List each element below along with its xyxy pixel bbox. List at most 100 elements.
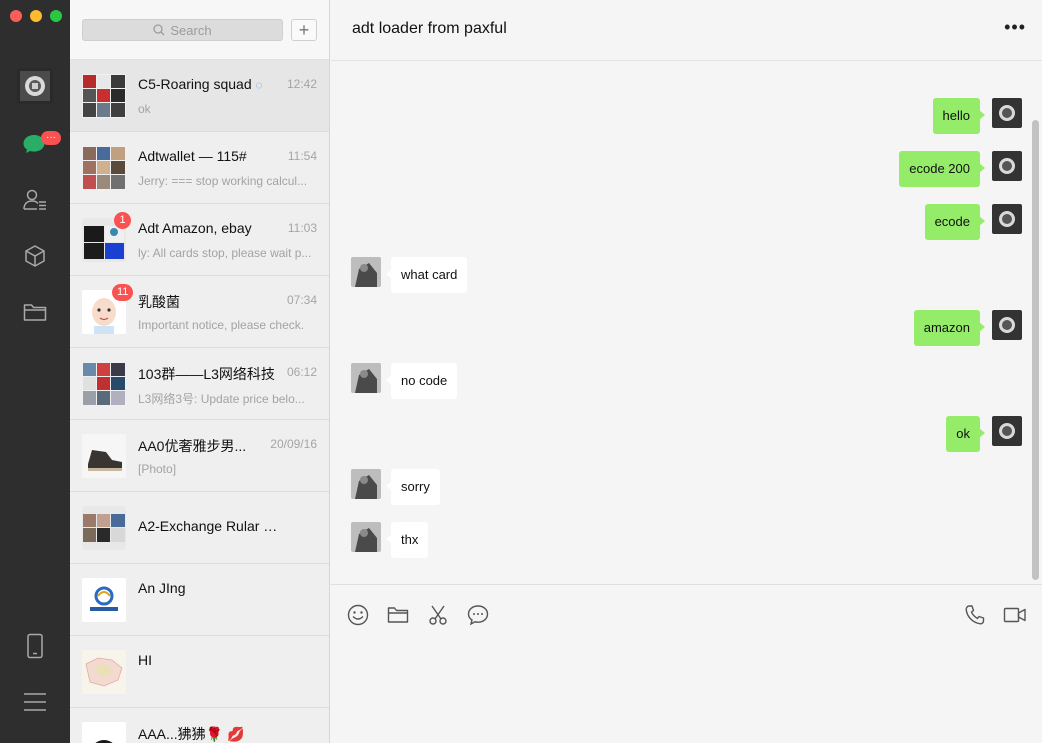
message-bubble[interactable]: sorry (386, 469, 440, 505)
message-scrollbar[interactable] (1032, 120, 1039, 580)
search-icon (153, 24, 165, 36)
incoming-message: no code (351, 363, 511, 399)
conversation-name: 103群——L3网络科技 (138, 366, 275, 382)
search-placeholder: Search (170, 22, 212, 38)
folder-icon (387, 607, 409, 623)
chat-panel: adt loader from paxful ••• hello ecode 2… (331, 0, 1042, 743)
conversation-name: An JIng (138, 580, 186, 596)
avatar[interactable] (17, 68, 53, 104)
video-call-button[interactable] (1003, 603, 1027, 627)
message-bubble[interactable]: amazon (913, 310, 986, 346)
add-chat-button[interactable]: + (291, 19, 317, 41)
folder-icon (23, 304, 47, 321)
conversation-item[interactable]: A2-Exchange Rular ——... (70, 492, 329, 564)
nav-menu-button[interactable] (15, 682, 55, 722)
self-avatar[interactable] (992, 204, 1022, 234)
conversation-name: AAA...狒狒🌹 💋 (138, 726, 245, 742)
outgoing-message: ok (922, 416, 1022, 452)
screenshot-button[interactable] (426, 603, 450, 627)
conversation-preview: ok (138, 102, 151, 116)
nav-phone-button[interactable] (15, 626, 55, 666)
nav-files-button[interactable] (15, 292, 55, 332)
emoji-button[interactable] (346, 603, 370, 627)
chats-unread-badge: ··· (41, 131, 61, 145)
more-options-button[interactable]: ••• (1004, 18, 1026, 36)
conversation-time: 11:03 (287, 221, 317, 235)
conversation-name: AA0优奢雅步男... (138, 438, 247, 454)
conversation-item[interactable]: HI (70, 636, 329, 708)
conversation-item[interactable]: 11 乳酸菌 07:34 Important notice, please ch… (70, 276, 329, 348)
contact-avatar (82, 722, 126, 743)
conversation-item[interactable]: AA0优奢雅步男... 20/09/16 [Photo] (70, 420, 329, 492)
conversation-time: 06:12 (286, 365, 317, 379)
conversation-time: 07:34 (286, 293, 317, 307)
conversation-item[interactable]: An JIng (70, 564, 329, 636)
group-avatar (82, 506, 126, 550)
message-bubble[interactable]: ecode (924, 204, 986, 240)
outgoing-message: ecode 200 (862, 151, 1022, 187)
outgoing-message: hello (902, 98, 1022, 134)
window-maximize-button[interactable] (50, 10, 62, 22)
conversation-name: Adt Amazon, ebay (138, 220, 252, 236)
conversation-name: A2-Exchange Rular ——... (138, 518, 286, 534)
self-avatar[interactable] (992, 416, 1022, 446)
conversation-item[interactable]: C5-Roaring squad ◌ 12:42 ok (70, 60, 329, 132)
contacts-icon (23, 189, 46, 210)
chat-history-button[interactable] (466, 603, 490, 627)
message-bubble[interactable]: ok (946, 416, 985, 452)
conversation-name: 乳酸菌 (138, 294, 180, 310)
send-file-button[interactable] (386, 603, 410, 627)
nav-rail: ··· (0, 0, 70, 743)
conversation-preview: Jerry: === stop working calcul... (138, 174, 308, 188)
conversation-item[interactable]: AAA...狒狒🌹 💋 (70, 708, 329, 743)
window-controls (10, 10, 62, 22)
outgoing-message: amazon (892, 310, 1022, 346)
conversation-name: C5-Roaring squad ◌ (138, 76, 263, 92)
nav-miniprograms-button[interactable] (15, 236, 55, 276)
phone-icon (27, 633, 43, 659)
voice-call-button[interactable] (963, 603, 987, 627)
conversation-list-pane: Search + C5-Roaring squad ◌ 12:42 ok Adt… (70, 0, 330, 743)
contact-avatar (82, 434, 126, 478)
composer[interactable] (331, 584, 1042, 743)
incoming-message: what card (351, 257, 511, 293)
conversation-item[interactable]: 1 Adt Amazon, ebay 11:03 ly: All cards s… (70, 204, 329, 276)
contact-avatar (82, 578, 126, 622)
chat-title: adt loader from paxful (352, 20, 507, 37)
message-bubble[interactable]: no code (385, 363, 458, 399)
message-bubble[interactable]: hello (932, 98, 986, 134)
conversation-preview: L3网络3号: Update price belo... (138, 392, 305, 406)
conversation-time: 11:54 (287, 149, 317, 163)
group-avatar (82, 146, 126, 190)
nav-chats-button[interactable]: ··· (15, 124, 61, 164)
contact-avatar[interactable] (351, 257, 381, 287)
contact-avatar[interactable] (351, 363, 381, 393)
window-minimize-button[interactable] (30, 10, 42, 22)
message-bubble[interactable]: thx (385, 522, 429, 558)
contact-avatar[interactable] (351, 469, 381, 499)
chat-bubble-icon (467, 605, 489, 626)
conversation-preview: ly: All cards stop, please wait p... (138, 246, 312, 260)
conversation-time: 12:42 (286, 77, 317, 91)
conversation-item[interactable]: Adtwallet — 115# 11:54 Jerry: === stop w… (70, 132, 329, 204)
conversation-preview: [Photo] (138, 462, 177, 476)
unread-badge: 1 (114, 212, 131, 229)
message-list[interactable]: hello ecode 200 ecode what card amazon n… (331, 61, 1042, 584)
nav-contacts-button[interactable] (15, 180, 55, 220)
menu-icon (24, 693, 46, 711)
incoming-message: thx (351, 522, 511, 558)
self-avatar[interactable] (992, 151, 1022, 181)
conversation-item[interactable]: 103群——L3网络科技 06:12 L3网络3号: Update price … (70, 348, 329, 420)
message-bubble[interactable]: what card (385, 257, 468, 293)
conversation-name: HI (138, 652, 152, 668)
search-input[interactable]: Search (82, 19, 283, 41)
group-avatar (82, 74, 126, 118)
message-bubble[interactable]: ecode 200 (899, 151, 985, 187)
contact-avatar[interactable] (351, 522, 381, 552)
cube-icon (25, 245, 45, 267)
self-avatar[interactable] (992, 98, 1022, 128)
window-close-button[interactable] (10, 10, 22, 22)
self-avatar[interactable] (992, 310, 1022, 340)
outgoing-message: ecode (902, 204, 1022, 240)
conversation-time: 20/09/16 (270, 437, 317, 451)
